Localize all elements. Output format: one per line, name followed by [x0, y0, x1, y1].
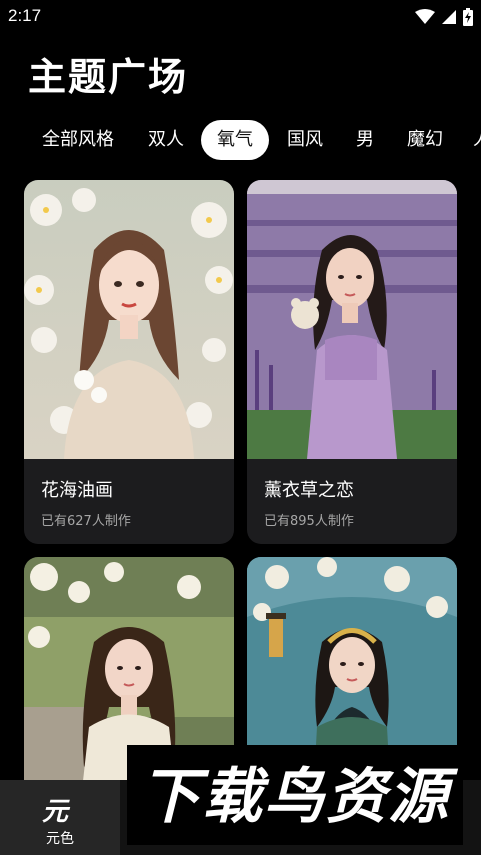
tab-more[interactable]: 人: [468, 120, 481, 160]
theme-card[interactable]: 花海油画 已有627人制作: [24, 180, 234, 544]
theme-image: [24, 180, 234, 459]
signal-icon: [441, 9, 457, 25]
status-time: 2:17: [8, 6, 42, 25]
wifi-icon: [415, 9, 435, 25]
category-tabs: 全部风格 双人 氧气 国风 男 魔幻 人: [0, 118, 481, 162]
card-title: 花海油画: [41, 480, 113, 501]
card-title: 薰衣草之恋: [264, 480, 354, 501]
status-bar: 2:17: [0, 0, 481, 34]
page-title: 主题广场: [28, 55, 189, 99]
status-icons: [415, 8, 473, 26]
watermark-logo: 下载鸟资源: [127, 745, 463, 845]
tab-couple[interactable]: 双人: [138, 120, 194, 160]
nav-item-label: 元色: [46, 831, 74, 847]
tab-all-styles[interactable]: 全部风格: [30, 120, 126, 160]
svg-text:下载鸟资源: 下载鸟资源: [140, 762, 459, 832]
theme-card[interactable]: 薰衣草之恋 已有895人制作: [247, 180, 457, 544]
card-usage-count: 已有895人制作: [264, 514, 354, 529]
nav-item-yuanse[interactable]: 元 元色: [0, 780, 120, 855]
card-usage-count: 已有627人制作: [41, 514, 131, 529]
tab-male[interactable]: 男: [348, 120, 382, 160]
tab-guofeng[interactable]: 国风: [277, 120, 333, 160]
battery-charging-icon: [463, 8, 473, 26]
tab-oxygen[interactable]: 氧气: [201, 120, 269, 160]
theme-image: [247, 180, 457, 459]
yuanse-logo-icon: 元: [42, 797, 69, 827]
tab-fantasy[interactable]: 魔幻: [397, 120, 453, 160]
